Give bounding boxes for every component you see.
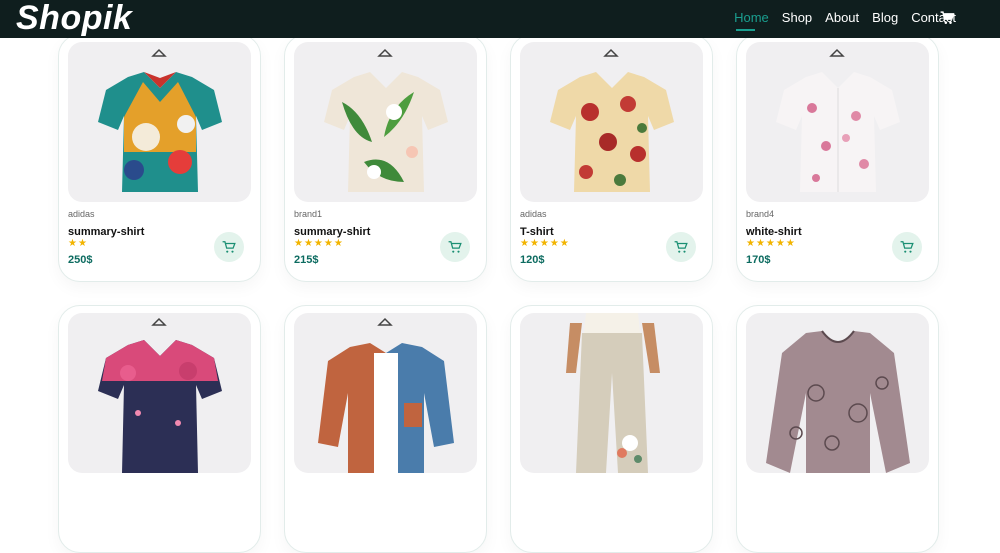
product-card[interactable]: brand1 summary-shirt ★★★★★ 215$ <box>284 34 487 282</box>
nav-shop-link[interactable]: Shop <box>782 10 812 26</box>
product-brand: brand4 <box>746 209 775 219</box>
product-rating: ★★★★★ <box>520 238 570 249</box>
product-card[interactable]: adidas summary-shirt ★★ 250$ <box>58 34 261 282</box>
add-to-cart-button[interactable] <box>214 232 244 262</box>
product-card[interactable] <box>58 305 261 553</box>
add-to-cart-button[interactable] <box>440 232 470 262</box>
product-name[interactable]: summary-shirt <box>294 226 370 238</box>
product-image[interactable] <box>520 42 703 202</box>
product-brand: adidas <box>68 209 95 219</box>
cart-icon <box>900 241 914 253</box>
nav-blog-link[interactable]: Blog <box>872 10 898 26</box>
product-card[interactable] <box>736 305 939 553</box>
site-logo[interactable]: Shopik <box>16 0 132 36</box>
product-rating: ★★★★★ <box>746 238 796 249</box>
nav-home-link[interactable]: Home <box>734 10 769 31</box>
product-name[interactable]: white-shirt <box>746 226 802 238</box>
product-image[interactable] <box>746 313 929 473</box>
product-image[interactable] <box>520 313 703 473</box>
add-to-cart-button[interactable] <box>892 232 922 262</box>
product-price: 120$ <box>520 254 545 266</box>
product-name[interactable]: T-shirt <box>520 226 554 238</box>
product-image[interactable] <box>294 42 477 202</box>
product-rating: ★★★★★ <box>294 238 344 249</box>
cart-icon[interactable] <box>940 11 954 25</box>
product-card[interactable] <box>284 305 487 553</box>
product-card[interactable]: adidas T-shirt ★★★★★ 120$ <box>510 34 713 282</box>
product-image[interactable] <box>746 42 929 202</box>
add-to-cart-button[interactable] <box>666 232 696 262</box>
product-rating: ★★ <box>68 238 88 249</box>
product-price: 215$ <box>294 254 319 266</box>
product-image[interactable] <box>294 313 477 473</box>
top-navbar: Shopik Home Shop About Blog Contact <box>0 0 1000 38</box>
product-image[interactable] <box>68 313 251 473</box>
product-name[interactable]: summary-shirt <box>68 226 144 238</box>
cart-icon <box>674 241 688 253</box>
product-card[interactable]: brand4 white-shirt ★★★★★ 170$ <box>736 34 939 282</box>
product-brand: adidas <box>520 209 547 219</box>
product-price: 250$ <box>68 254 93 266</box>
cart-icon <box>448 241 462 253</box>
product-image[interactable] <box>68 42 251 202</box>
product-brand: brand1 <box>294 209 323 219</box>
cart-icon <box>222 241 236 253</box>
product-card[interactable] <box>510 305 713 553</box>
product-price: 170$ <box>746 254 771 266</box>
nav-about-link[interactable]: About <box>825 10 859 26</box>
main-nav: Home Shop About Blog Contact <box>721 10 956 31</box>
